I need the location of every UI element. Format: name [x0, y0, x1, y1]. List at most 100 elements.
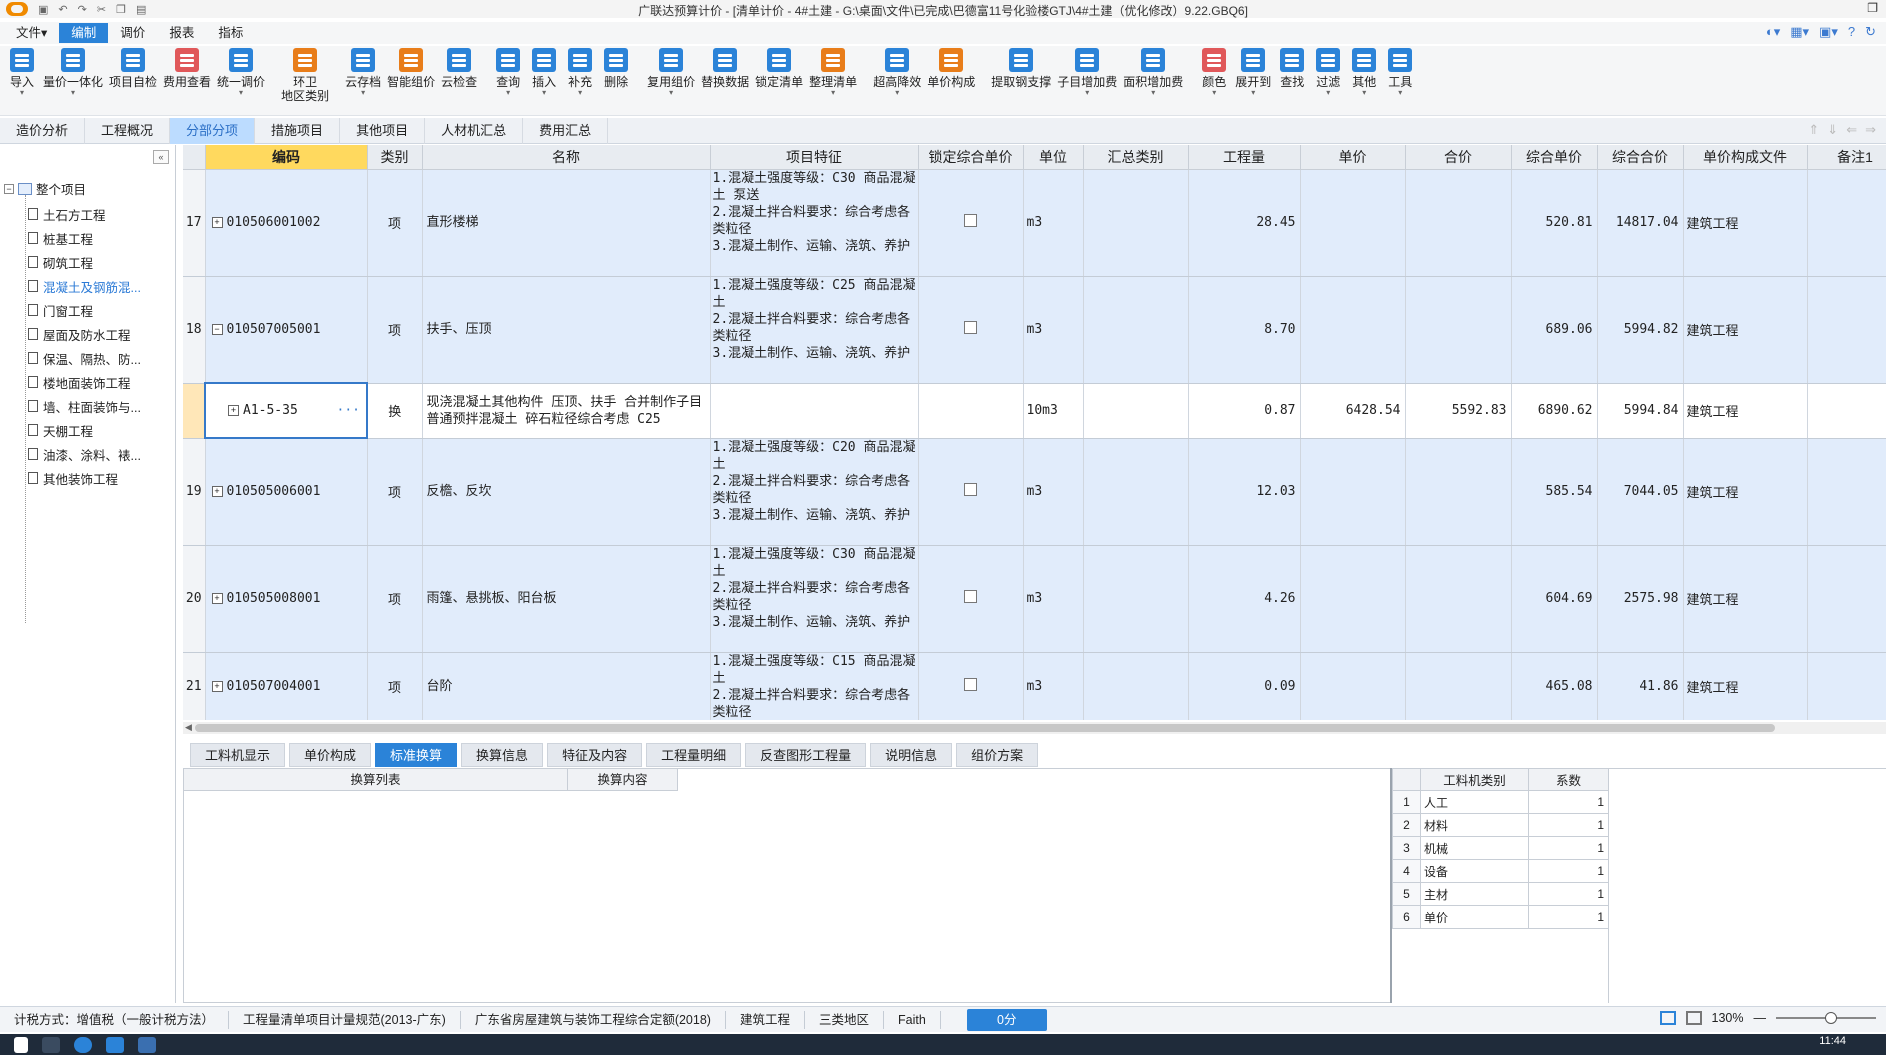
category-cell[interactable]: 项	[367, 438, 423, 546]
name-cell[interactable]: 雨篷、悬挑板、阳台板	[422, 545, 711, 653]
move-left-icon[interactable]: ⇐	[1846, 122, 1857, 138]
feature-cell[interactable]	[710, 383, 919, 439]
detail-tab-7[interactable]: 说明信息	[870, 743, 953, 767]
quantity-cell[interactable]: 28.45	[1188, 169, 1301, 277]
code-cell[interactable]: +010507004001	[205, 652, 368, 720]
lock-price-checkbox[interactable]	[964, 678, 977, 691]
remark-cell[interactable]	[1807, 169, 1886, 277]
window-restore-button[interactable]: ❐	[1867, 1, 1878, 15]
feature-cell[interactable]: 1.混凝土强度等级：C30 商品混凝土 泵送 2.混凝土拌合料要求：综合考虑各类粒…	[710, 169, 919, 277]
menu-item-4[interactable]: 指标	[206, 23, 255, 43]
view-tab-1[interactable]: 工程概况	[85, 118, 171, 144]
chevron-down-icon[interactable]: ▾	[1362, 89, 1366, 97]
quantity-cell[interactable]: 0.87	[1188, 383, 1301, 439]
tree-item-3[interactable]: 混凝土及钢筋混...	[28, 274, 141, 298]
view-tab-3[interactable]: 措施项目	[255, 118, 341, 144]
globe-icon[interactable]: ◐▾	[1766, 24, 1780, 40]
name-cell[interactable]: 反檐、反坎	[422, 438, 711, 546]
remark-cell[interactable]	[1807, 652, 1886, 720]
code-cell[interactable]: + A1-5-35 ···	[204, 382, 368, 439]
view-tab-2[interactable]: 分部分项	[170, 118, 256, 144]
tree-item-9[interactable]: 天棚工程	[28, 418, 141, 442]
composite-total-cell[interactable]: 5994.82	[1597, 276, 1684, 384]
remark-cell[interactable]	[1807, 276, 1886, 384]
scrollbar-thumb[interactable]	[195, 724, 1775, 732]
more-options-icon[interactable]: ···	[337, 403, 360, 418]
table-row[interactable]: + A1-5-35 ··· 换现浇混凝土其他构件 压顶、扶手 合并制作子目 普通预拌混…	[183, 382, 1886, 439]
menu-item-0[interactable]: 文件▾	[4, 23, 59, 43]
toolbar-button-9[interactable]: 查询 ▾	[490, 46, 526, 115]
detail-tab-8[interactable]: 组价方案	[956, 743, 1039, 767]
column-header-11[interactable]: 综合单价	[1511, 145, 1598, 170]
coef-row[interactable]: 3 机械 1	[1392, 836, 1609, 860]
price-file-cell[interactable]: 建筑工程	[1683, 383, 1808, 439]
code-cell[interactable]: +010506001002	[205, 169, 368, 277]
tree-item-0[interactable]: 土石方工程	[28, 202, 141, 226]
window-icon[interactable]: ▣▾	[1819, 24, 1838, 40]
toolbar-button-21[interactable]: 面积增加费 ▾	[1120, 46, 1186, 115]
composite-price-cell[interactable]: 604.69	[1511, 545, 1598, 653]
unit-price-cell[interactable]	[1300, 545, 1406, 653]
chevron-down-icon[interactable]: ▾	[578, 89, 582, 97]
tree-root[interactable]: − 整个项目	[4, 179, 86, 198]
view-tab-5[interactable]: 人材机汇总	[425, 118, 524, 144]
coef-row[interactable]: 1 人工 1	[1392, 790, 1609, 814]
toolbar-button-14[interactable]: 替换数据	[698, 46, 752, 115]
composite-total-cell[interactable]: 7044.05	[1597, 438, 1684, 546]
refresh-icon[interactable]: ↻	[1865, 24, 1876, 40]
lock-price-cell[interactable]	[918, 545, 1024, 653]
expand-icon[interactable]: +	[211, 486, 223, 498]
tree-item-5[interactable]: 屋面及防水工程	[28, 322, 141, 346]
column-header-1[interactable]: 编码	[205, 145, 368, 170]
coef-value[interactable]: 1	[1528, 813, 1609, 837]
scroll-left-icon[interactable]: ◀	[185, 722, 192, 733]
composite-price-cell[interactable]: 520.81	[1511, 169, 1598, 277]
toolbar-button-18[interactable]: 单价构成	[924, 46, 978, 115]
column-header-2[interactable]: 类别	[367, 145, 423, 170]
summary-category-cell[interactable]	[1083, 545, 1189, 653]
quantity-cell[interactable]: 8.70	[1188, 276, 1301, 384]
coef-row[interactable]: 6 单价 1	[1392, 905, 1609, 929]
unit-cell[interactable]: m3	[1023, 545, 1084, 653]
zoom-out-icon[interactable]: —	[1754, 1011, 1767, 1025]
toolbar-button-7[interactable]: 智能组价	[384, 46, 438, 115]
chevron-down-icon[interactable]: ▾	[1212, 89, 1216, 97]
toolbar-button-20[interactable]: 子目增加费 ▾	[1054, 46, 1120, 115]
text-app-icon[interactable]	[138, 1036, 156, 1053]
category-cell[interactable]: 项	[367, 276, 423, 384]
remark-cell[interactable]	[1807, 438, 1886, 546]
summary-category-cell[interactable]	[1083, 383, 1189, 439]
lock-price-cell[interactable]	[918, 438, 1024, 546]
toolbar-button-17[interactable]: 超高降效 ▾	[870, 46, 924, 115]
detail-tab-3[interactable]: 换算信息	[461, 743, 544, 767]
menu-item-3[interactable]: 报表	[157, 23, 206, 43]
name-cell[interactable]: 现浇混凝土其他构件 压顶、扶手 合并制作子目 普通预拌混凝土 碎石粒径综合考虑 …	[422, 383, 711, 439]
category-cell[interactable]: 换	[367, 383, 423, 439]
feature-cell[interactable]: 1.混凝土强度等级：C15 商品混凝土 2.混凝土拌合料要求：综合考虑各类粒径	[710, 652, 919, 720]
price-file-cell[interactable]: 建筑工程	[1683, 169, 1808, 277]
collapse-icon[interactable]: −	[211, 323, 223, 335]
table-row[interactable]: 21 +010507004001 项台阶 1.混凝土强度等级：C15 商品混凝土 2.混…	[183, 652, 1886, 720]
chevron-down-icon[interactable]: ▾	[506, 89, 510, 97]
grid-icon[interactable]: ▦▾	[1790, 24, 1809, 40]
detail-tab-1[interactable]: 单价构成	[289, 743, 372, 767]
detail-tab-5[interactable]: 工程量明细	[646, 743, 742, 767]
name-cell[interactable]: 扶手、压顶	[422, 276, 711, 384]
category-cell[interactable]: 项	[367, 652, 423, 720]
expand-icon[interactable]: +	[211, 681, 223, 692]
chevron-down-icon[interactable]: ▾	[669, 89, 673, 97]
cut-icon[interactable]: ✂	[97, 3, 106, 16]
grid-horizontal-scrollbar[interactable]: ◀	[183, 722, 1886, 734]
detail-tab-4[interactable]: 特征及内容	[547, 743, 643, 767]
category-cell[interactable]: 项	[367, 545, 423, 653]
search-icon[interactable]	[42, 1036, 60, 1053]
toolbar-button-25[interactable]: 过滤 ▾	[1310, 46, 1346, 115]
unit-cell[interactable]: m3	[1023, 652, 1084, 720]
column-header-0[interactable]	[183, 145, 206, 170]
composite-total-cell[interactable]: 41.86	[1597, 652, 1684, 720]
detail-tab-6[interactable]: 反查图形工程量	[745, 743, 867, 767]
table-row[interactable]: 18−010507005001 项扶手、压顶 1.混凝土强度等级：C25 商品混凝土…	[183, 276, 1886, 384]
tree-item-6[interactable]: 保温、隔热、防...	[28, 346, 141, 370]
unit-price-cell[interactable]	[1300, 169, 1406, 277]
chevron-down-icon[interactable]: ▾	[542, 89, 546, 97]
